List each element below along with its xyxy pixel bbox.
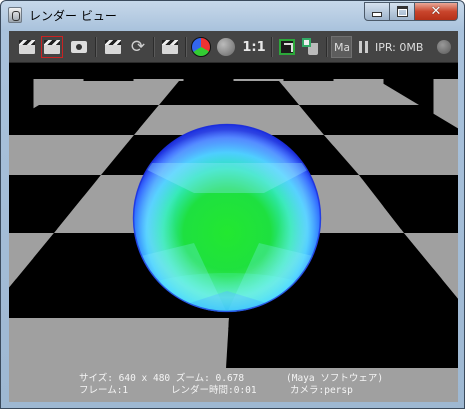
- ipr-render-button[interactable]: [159, 36, 181, 58]
- rendered-image-viewport[interactable]: サイズ: 640 x 480 ズーム: 0.678 (Maya ソフトウェア) …: [9, 63, 458, 402]
- snapshot-camera-icon: [71, 41, 87, 53]
- renderer-label: Maya: [334, 40, 349, 54]
- camera-info: カメラ:persp: [290, 385, 353, 396]
- render-button[interactable]: [17, 36, 37, 58]
- ipr-tuning-button[interactable]: [435, 36, 453, 58]
- ipr-render-icon: [162, 40, 178, 54]
- render-view-panel: ⟳ 1:1 Maya: [9, 31, 458, 402]
- window-controls: ✕: [364, 2, 458, 21]
- snapshot-button[interactable]: [68, 36, 90, 58]
- rendered-scene: [9, 63, 458, 402]
- maximize-button[interactable]: [390, 2, 415, 21]
- maximize-icon: [396, 6, 408, 17]
- ratio-label: 1:1: [242, 39, 266, 55]
- rgb-channels-button[interactable]: [190, 36, 212, 58]
- toolbar-separator: [326, 37, 328, 57]
- ipr-memory-status: IPR: 0MB: [375, 36, 435, 58]
- frame-info: フレーム:1: [79, 385, 129, 396]
- toolbar-separator: [95, 37, 97, 57]
- ipr-status-icon: [437, 40, 451, 54]
- pause-icon: [358, 41, 368, 53]
- rgb-channels-icon: [191, 37, 211, 57]
- real-size-button[interactable]: 1:1: [241, 36, 267, 58]
- minimize-button[interactable]: [364, 2, 390, 21]
- renderer-select-button[interactable]: Maya: [331, 36, 352, 58]
- toolbar-separator: [185, 37, 187, 57]
- toolbar-separator: [153, 37, 155, 57]
- render-sequence-icon: [105, 40, 121, 54]
- render-sequence-button[interactable]: [102, 36, 124, 58]
- keep-image-icon: [279, 39, 295, 55]
- render-time-info: レンダー時間:0:01: [171, 385, 257, 396]
- toolbar-separator: [271, 37, 273, 57]
- remove-image-icon: [302, 38, 320, 56]
- render-view-window: レンダー ビュー ✕ ⟳ 1:1 Ma IPR: 0MB サイズ: 640 x …: [0, 0, 465, 409]
- close-icon: ✕: [430, 4, 442, 19]
- render-toolbar: ⟳ 1:1 Maya: [9, 31, 458, 63]
- keep-image-button[interactable]: [276, 36, 298, 58]
- pause-ipr-button[interactable]: [356, 36, 370, 58]
- minimize-icon: [372, 12, 382, 17]
- alpha-channel-button[interactable]: [215, 36, 237, 58]
- render-region-icon: [44, 40, 60, 54]
- alpha-channel-icon: [217, 38, 235, 56]
- close-button[interactable]: ✕: [415, 2, 458, 21]
- refresh-icon: ⟳: [130, 36, 146, 57]
- render-clapper-icon: [19, 40, 35, 54]
- title-bar[interactable]: レンダー ビュー ✕: [1, 1, 464, 31]
- window-title: レンダー ビュー: [29, 9, 117, 23]
- remove-image-button[interactable]: [300, 36, 322, 58]
- render-region-button[interactable]: [41, 36, 63, 58]
- maya-app-icon[interactable]: [8, 7, 22, 23]
- ipr-memory-label: IPR: 0MB: [375, 40, 424, 54]
- redo-render-button[interactable]: ⟳: [127, 36, 149, 58]
